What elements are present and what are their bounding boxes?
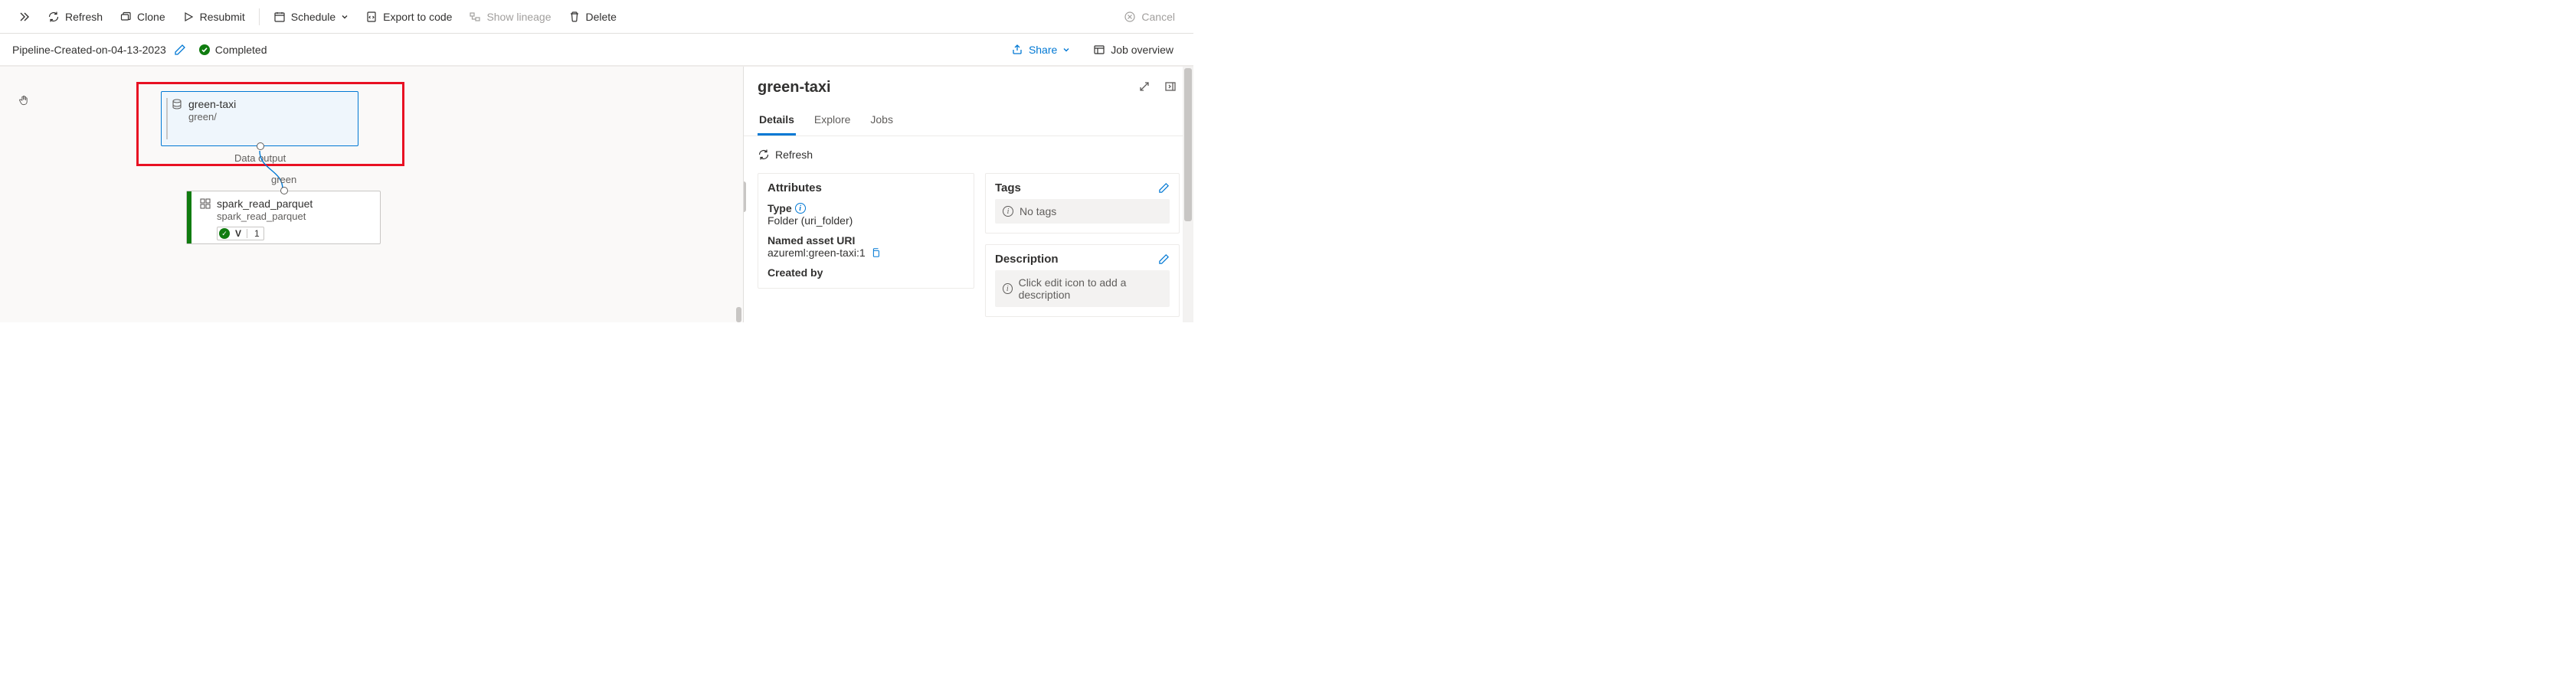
tags-header: Tags bbox=[995, 181, 1021, 194]
tab-details[interactable]: Details bbox=[758, 109, 796, 136]
type-value: Folder (uri_folder) bbox=[768, 214, 964, 227]
tab-explore[interactable]: Explore bbox=[813, 109, 852, 136]
top-toolbar: Refresh Clone Resubmit Schedule Export t… bbox=[0, 0, 1193, 34]
attributes-card: Attributes Type i Folder (uri_folder) Na… bbox=[758, 173, 974, 289]
resubmit-label: Resubmit bbox=[200, 11, 245, 23]
attributes-header: Attributes bbox=[768, 181, 822, 194]
expand-button[interactable] bbox=[11, 6, 38, 28]
edge-label: green bbox=[271, 174, 296, 185]
node-status-bar bbox=[187, 191, 191, 243]
clone-icon bbox=[119, 11, 132, 23]
status-chip: Completed bbox=[198, 44, 267, 56]
panel-refresh-button[interactable]: Refresh bbox=[758, 144, 820, 165]
details-panel: green-taxi Details Explore Jobs Refresh bbox=[743, 67, 1193, 322]
chevron-double-right-icon bbox=[18, 11, 31, 23]
overview-label: Job overview bbox=[1111, 44, 1173, 56]
dataset-icon bbox=[171, 98, 183, 110]
description-empty-text: Click edit icon to add a description bbox=[1019, 276, 1162, 301]
panel-resize-handle[interactable] bbox=[743, 181, 746, 212]
toolbar-separator bbox=[259, 8, 260, 25]
share-icon bbox=[1011, 44, 1023, 56]
clone-button[interactable]: Clone bbox=[112, 6, 173, 28]
collapse-panel-icon[interactable] bbox=[1161, 77, 1180, 98]
tags-empty-text: No tags bbox=[1020, 205, 1056, 217]
node-title-text: green-taxi bbox=[188, 98, 236, 110]
panel-tabs: Details Explore Jobs bbox=[744, 101, 1193, 136]
v-count: 1 bbox=[250, 228, 263, 239]
lineage-button: Show lineage bbox=[461, 6, 558, 28]
node-green-taxi[interactable]: green-taxi green/ bbox=[161, 91, 358, 146]
refresh-icon bbox=[758, 149, 770, 161]
edit-name-icon[interactable] bbox=[174, 44, 186, 56]
refresh-button[interactable]: Refresh bbox=[40, 6, 110, 28]
node-spark-read-parquet[interactable]: spark_read_parquet spark_read_parquet ✓ … bbox=[186, 191, 381, 244]
info-icon[interactable]: i bbox=[795, 203, 806, 214]
uri-label: Named asset URI bbox=[768, 234, 855, 247]
info-icon: i bbox=[1003, 206, 1013, 217]
description-card: Description i Click edit icon to add a d… bbox=[985, 244, 1180, 317]
cancel-button: Cancel bbox=[1116, 6, 1183, 28]
workspace: green-taxi green/ Data output green spar… bbox=[0, 66, 1193, 322]
h-scroll-indicator[interactable] bbox=[736, 307, 741, 322]
node-accent-bar bbox=[166, 98, 168, 139]
lineage-label: Show lineage bbox=[486, 11, 551, 23]
pan-tool-icon[interactable] bbox=[18, 94, 31, 106]
subheader: Pipeline-Created-on-04-13-2023 Completed… bbox=[0, 34, 1193, 66]
cancel-icon bbox=[1124, 11, 1136, 23]
edit-description-icon[interactable] bbox=[1157, 253, 1170, 266]
info-icon: i bbox=[1003, 283, 1013, 294]
node-subtitle: green/ bbox=[188, 111, 349, 122]
schedule-label: Schedule bbox=[291, 11, 336, 23]
chevron-down-icon bbox=[1062, 44, 1070, 56]
chevron-down-icon bbox=[341, 11, 349, 23]
export-label: Export to code bbox=[383, 11, 452, 23]
trash-icon bbox=[568, 11, 581, 23]
panel-scrollbar-thumb[interactable] bbox=[1184, 68, 1192, 221]
refresh-label: Refresh bbox=[65, 11, 103, 23]
panel-scrollbar-track[interactable] bbox=[1183, 67, 1193, 322]
tags-card: Tags i No tags bbox=[985, 173, 1180, 234]
panel-title: green-taxi bbox=[758, 79, 1128, 96]
output-port[interactable] bbox=[257, 142, 264, 150]
delete-label: Delete bbox=[586, 11, 617, 23]
delete-button[interactable]: Delete bbox=[561, 6, 624, 28]
uri-value: azureml:green-taxi:1 bbox=[768, 247, 866, 259]
cancel-label: Cancel bbox=[1141, 11, 1175, 23]
pipeline-canvas[interactable]: green-taxi green/ Data output green spar… bbox=[0, 67, 743, 322]
description-header: Description bbox=[995, 253, 1059, 266]
share-button[interactable]: Share bbox=[1003, 39, 1078, 60]
expand-full-icon[interactable] bbox=[1135, 77, 1154, 98]
v-label: V bbox=[233, 228, 244, 239]
job-overview-button[interactable]: Job overview bbox=[1085, 39, 1181, 60]
version-badge: ✓ V 1 bbox=[217, 227, 264, 240]
success-check-icon bbox=[198, 44, 211, 56]
success-check-icon: ✓ bbox=[219, 228, 230, 239]
lineage-icon bbox=[469, 11, 481, 23]
copy-icon[interactable] bbox=[869, 247, 882, 259]
status-text: Completed bbox=[215, 44, 267, 56]
node-subtitle: spark_read_parquet bbox=[217, 211, 371, 222]
overview-icon bbox=[1093, 44, 1105, 56]
pipeline-name: Pipeline-Created-on-04-13-2023 bbox=[12, 44, 166, 56]
clone-label: Clone bbox=[137, 11, 165, 23]
created-by-label: Created by bbox=[768, 266, 823, 279]
node-title-text: spark_read_parquet bbox=[217, 198, 313, 210]
resubmit-button[interactable]: Resubmit bbox=[175, 6, 253, 28]
port-label: Data output bbox=[234, 152, 286, 164]
play-icon bbox=[182, 11, 195, 23]
edit-tags-icon[interactable] bbox=[1157, 182, 1170, 194]
type-label: Type bbox=[768, 202, 792, 214]
panel-refresh-label: Refresh bbox=[775, 149, 813, 161]
export-button[interactable]: Export to code bbox=[358, 6, 460, 28]
input-port[interactable] bbox=[280, 187, 288, 194]
refresh-icon bbox=[47, 11, 60, 23]
schedule-button[interactable]: Schedule bbox=[266, 6, 356, 28]
share-label: Share bbox=[1029, 44, 1057, 56]
component-icon bbox=[199, 198, 211, 210]
tab-jobs[interactable]: Jobs bbox=[869, 109, 895, 136]
schedule-icon bbox=[273, 11, 286, 23]
export-code-icon bbox=[365, 11, 378, 23]
